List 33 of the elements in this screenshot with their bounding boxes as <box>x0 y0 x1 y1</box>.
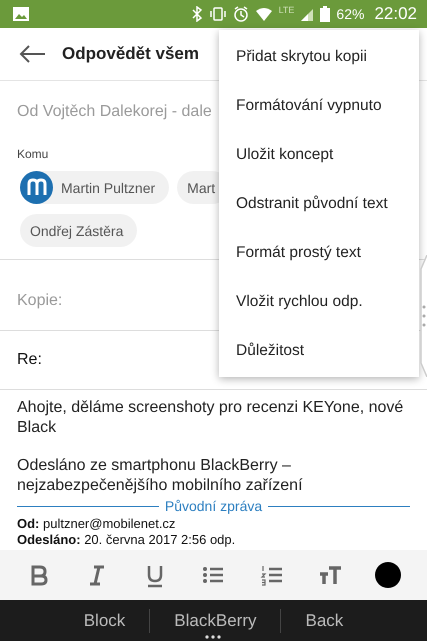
avatar-icon <box>20 171 53 204</box>
recipient-chip[interactable]: Ondřej Zástěra <box>20 214 138 247</box>
nav-button[interactable]: Back <box>281 606 368 636</box>
alarm-icon <box>232 6 249 22</box>
vibrate-icon <box>208 6 227 22</box>
menu-item[interactable]: Formát prostý text <box>219 228 419 277</box>
nav-button[interactable]: BlackBerry <box>150 606 280 636</box>
quoted-header-line: Odesláno: 20. června 2017 2:56 odp. <box>17 532 236 548</box>
nav-button[interactable]: Block <box>60 606 150 636</box>
to-label: Komu <box>17 147 48 161</box>
from-line: Od Vojtěch Dalekorej - dale <box>17 103 212 121</box>
text-color-button[interactable] <box>374 562 401 588</box>
bluetooth-icon <box>190 6 203 22</box>
wifi-icon <box>254 6 273 22</box>
menu-item[interactable]: Důležitost <box>219 326 419 375</box>
message-paragraph: Odesláno ze smartphonu BlackBerry – nejzabezpečenějšího mobilního zařízení <box>17 456 304 496</box>
image-notification-icon <box>12 6 30 22</box>
network-label: LTE <box>278 5 294 15</box>
edge-panel-handle[interactable] <box>419 255 427 377</box>
message-paragraph: Ahojte, děláme screenshoty pro recenzi KEYone, nové Black <box>17 398 404 438</box>
battery-icon <box>320 6 330 22</box>
battery-level: 62% <box>336 6 364 22</box>
menu-item[interactable]: Vložit rychlou odp. <box>219 277 419 326</box>
screen-title: Odpovědět všem <box>62 44 199 64</box>
original-message-label: Původní zpráva <box>164 497 262 516</box>
quoted-header-line: Od: pultzner@mobilenet.cz <box>17 516 176 532</box>
clock: 22:02 <box>374 4 417 24</box>
menu-item[interactable]: Formátování vypnuto <box>219 81 419 130</box>
recipient-chip[interactable]: Martin Pultzner <box>20 171 170 204</box>
cc-field[interactable]: Kopie: <box>17 292 217 310</box>
back-arrow-icon[interactable] <box>18 44 46 64</box>
more-dots-icon[interactable] <box>204 635 222 639</box>
menu-item[interactable]: Přidat skrytou kopii <box>219 32 419 81</box>
